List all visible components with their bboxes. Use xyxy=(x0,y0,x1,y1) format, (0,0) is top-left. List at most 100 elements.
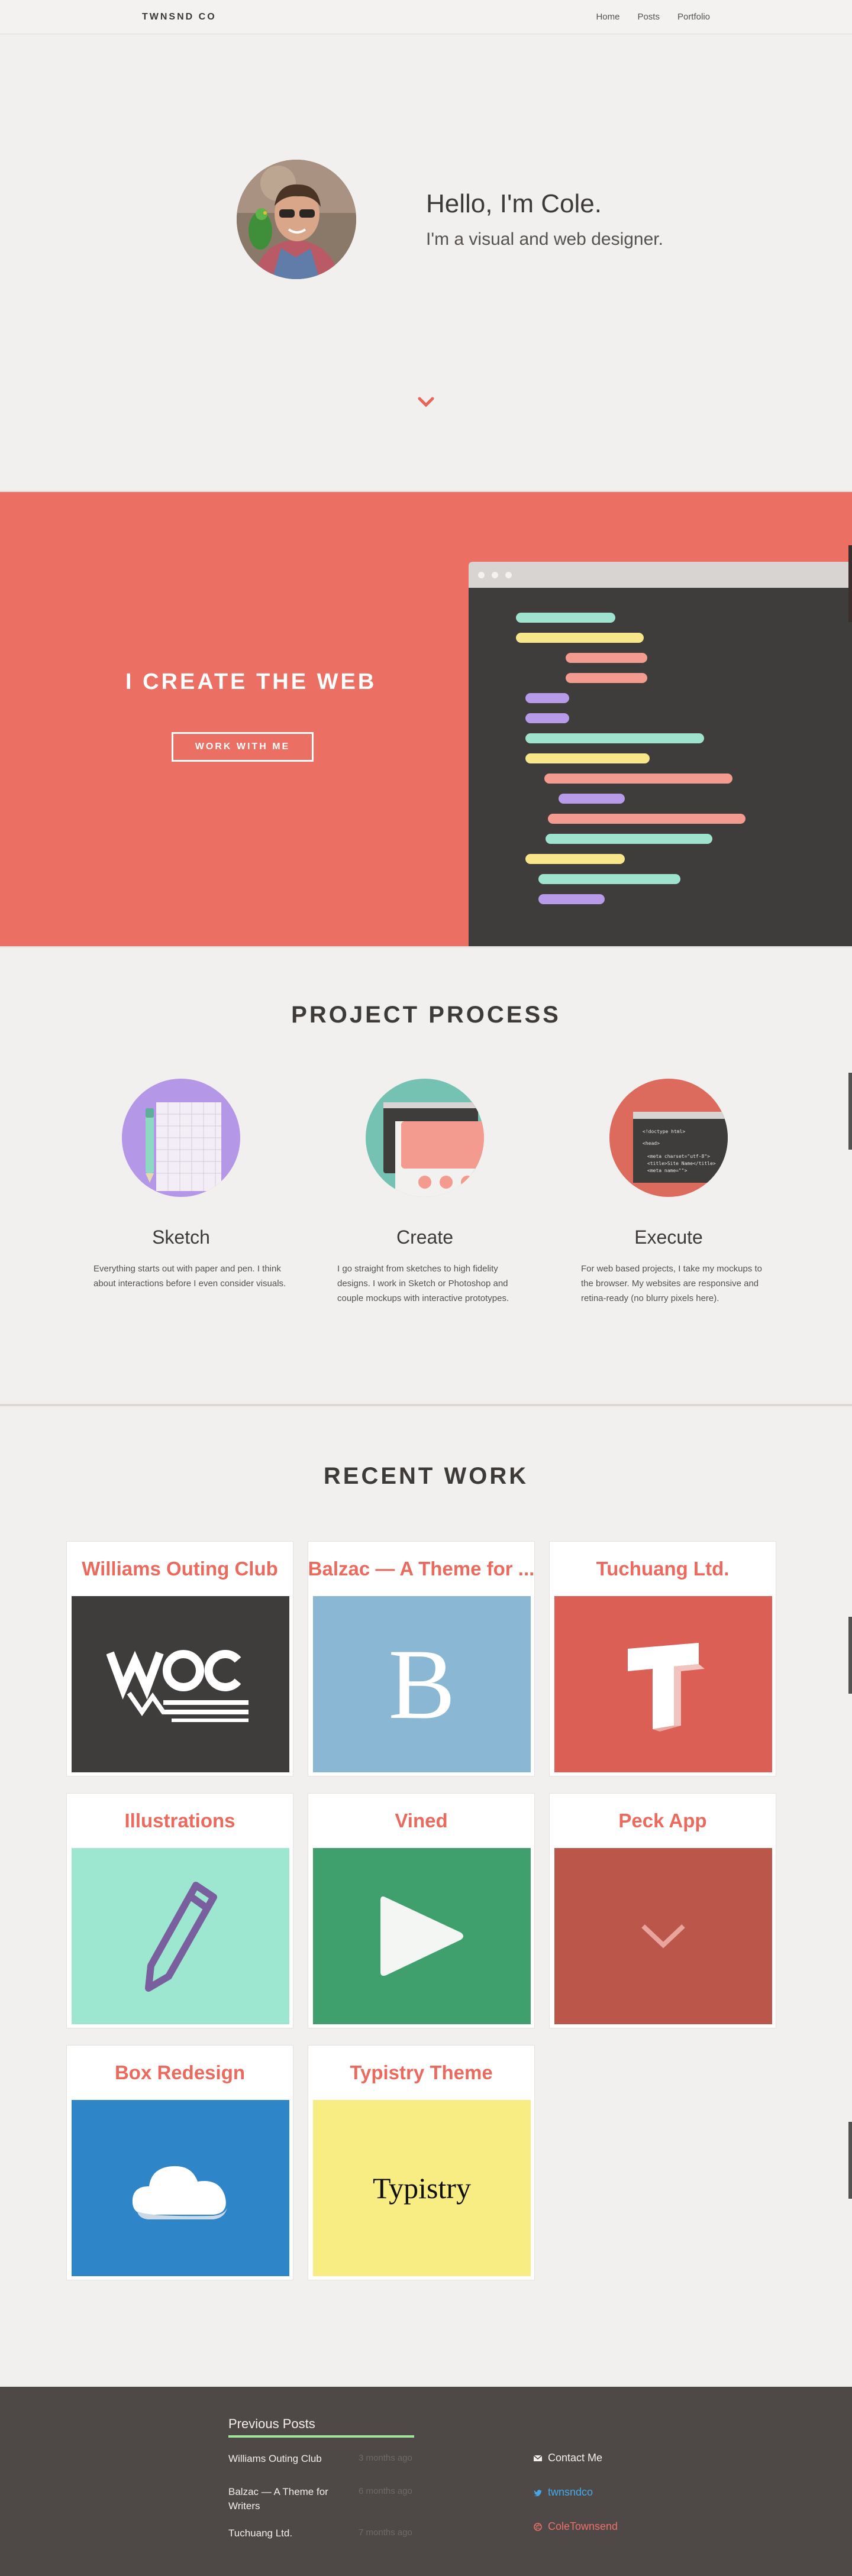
editor-titlebar xyxy=(469,562,852,588)
window-dot-icon xyxy=(478,571,485,578)
work-card-title[interactable]: Typistry Theme xyxy=(308,2046,534,2100)
scroll-down-chevron-icon[interactable] xyxy=(417,396,435,408)
twitter-link[interactable]: twnsndco xyxy=(534,2486,593,2499)
work-card-typistry[interactable]: Typistry Theme Typistry xyxy=(308,2045,535,2280)
code-line xyxy=(559,794,625,804)
nav-link-home[interactable]: Home xyxy=(596,12,619,22)
sketch-icon xyxy=(122,1079,240,1197)
nav-link-posts[interactable]: Posts xyxy=(637,12,660,22)
process-step-desc: I go straight from sketches to high fide… xyxy=(337,1264,509,1303)
work-with-me-button[interactable]: WORK WITH ME xyxy=(172,732,314,762)
work-card-title[interactable]: Tuchuang Ltd. xyxy=(550,1542,776,1596)
work-card-tuchuang[interactable]: Tuchuang Ltd. xyxy=(549,1541,776,1776)
code-text: <!doctype html> xyxy=(643,1129,685,1134)
contact-me-link[interactable]: Contact Me xyxy=(534,2452,602,2464)
scrollbar-thumb[interactable] xyxy=(848,2122,852,2199)
pencil-icon xyxy=(72,1848,289,2024)
process-step-name: Create xyxy=(396,1226,454,1248)
post-link[interactable]: Tuchuang Ltd. xyxy=(228,2526,329,2541)
work-card-title[interactable]: Vined xyxy=(308,1794,534,1848)
process-step-sketch: Sketch Everything starts out with paper … xyxy=(93,1079,289,1291)
work-card-box-redesign[interactable]: Box Redesign xyxy=(66,2045,293,2280)
work-card-title[interactable]: Illustrations xyxy=(67,1794,293,1848)
woc-logo xyxy=(72,1596,289,1772)
typistry-logo-text: Typistry xyxy=(373,2172,471,2205)
post-time: 7 months ago xyxy=(359,2528,412,2538)
dribbble-icon xyxy=(534,2522,542,2531)
balzac-logo-letter: B xyxy=(388,1629,456,1740)
work-card-williams-outing-club[interactable]: Williams Outing Club xyxy=(66,1541,293,1776)
post-link[interactable]: Balzac — A Theme for Writers xyxy=(228,2485,329,2513)
work-card-balzac[interactable]: Balzac — A Theme for ... B xyxy=(308,1541,535,1776)
work-card-title[interactable]: Balzac — A Theme for ... xyxy=(308,1542,534,1596)
code-line xyxy=(525,753,650,763)
hero-section: Hello, I'm Cole. I'm a visual and web de… xyxy=(0,34,852,491)
heading-underline xyxy=(228,2435,414,2438)
avatar xyxy=(237,160,356,279)
code-line xyxy=(516,633,644,643)
code-text: <head> xyxy=(643,1141,660,1146)
recent-work-section: RECENT WORK Williams Outing Club Balzac … xyxy=(0,1406,852,2384)
code-line xyxy=(566,673,647,683)
post-link[interactable]: Williams Outing Club xyxy=(228,2452,329,2466)
execute-icon: <!doctype html> <head> <meta charset="ut… xyxy=(609,1079,728,1197)
hero-subtitle: I'm a visual and web designer. xyxy=(426,229,663,249)
work-card-illustrations[interactable]: Illustrations xyxy=(66,1793,293,2028)
post-time: 6 months ago xyxy=(359,2486,412,2496)
work-card-vined[interactable]: Vined xyxy=(308,1793,535,2028)
code-editor-illustration xyxy=(469,562,852,946)
code-line xyxy=(538,894,605,904)
previous-posts-heading: Previous Posts xyxy=(228,2416,315,2431)
balzac-logo: B xyxy=(313,1596,531,1772)
code-line xyxy=(516,613,615,623)
play-icon xyxy=(313,1848,531,2024)
contact-label: ColeTownsend xyxy=(548,2520,618,2532)
process-step-name: Execute xyxy=(634,1226,703,1248)
code-line xyxy=(566,653,647,663)
brand-logo[interactable]: TWNSND CO xyxy=(142,12,217,22)
scrollbar-thumb[interactable] xyxy=(848,1073,852,1150)
footer: Previous Posts Williams Outing Club 3 mo… xyxy=(0,2387,852,2576)
twitter-icon xyxy=(534,2489,542,2496)
post-time: 3 months ago xyxy=(359,2453,412,2463)
code-line xyxy=(548,814,746,824)
code-line xyxy=(544,774,732,784)
mail-icon xyxy=(534,2454,542,2461)
code-line xyxy=(525,713,569,723)
recent-work-title: RECENT WORK xyxy=(323,1463,529,1489)
process-step-desc: Everything starts out with paper and pen… xyxy=(93,1264,286,1289)
window-dot-icon xyxy=(505,571,512,578)
scrollbar-thumb[interactable] xyxy=(848,545,852,622)
create-icon xyxy=(366,1079,484,1197)
scrollbar-thumb[interactable] xyxy=(848,1617,852,1694)
process-step-create: Create I go straight from sketches to hi… xyxy=(337,1079,532,1306)
code-line xyxy=(525,693,569,703)
hero-title: Hello, I'm Cole. xyxy=(426,189,602,218)
hero-text: Hello, I'm Cole. I'm a visual and web de… xyxy=(426,189,663,250)
dribbble-link[interactable]: ColeTownsend xyxy=(534,2520,618,2533)
process-step-execute: <!doctype html> <head> <meta charset="ut… xyxy=(581,1079,776,1306)
code-text: <meta charset="utf-8"> xyxy=(647,1154,710,1159)
code-line xyxy=(546,834,712,844)
process-step-name: Sketch xyxy=(152,1226,210,1248)
code-text: <title>Site Name</title> xyxy=(647,1161,716,1166)
code-line xyxy=(525,854,625,864)
typistry-logo: Typistry xyxy=(313,2100,531,2276)
work-card-title[interactable]: Williams Outing Club xyxy=(67,1542,293,1596)
create-section: I CREATE THE WEB WORK WITH ME xyxy=(0,491,852,947)
work-card-title[interactable]: Peck App xyxy=(550,1794,776,1848)
cloud-icon xyxy=(72,2100,289,2276)
chevron-down-icon xyxy=(554,1848,772,2024)
contact-label: twnsndco xyxy=(548,2486,593,2498)
work-card-peck-app[interactable]: Peck App xyxy=(549,1793,776,2028)
work-card-title[interactable]: Box Redesign xyxy=(67,2046,293,2100)
code-line xyxy=(538,874,680,884)
code-line xyxy=(525,733,704,743)
process-step-desc: For web based projects, I take my mockup… xyxy=(581,1264,762,1303)
process-section: PROJECT PROCESS Sketch Everything starts… xyxy=(0,947,852,1406)
window-dot-icon xyxy=(492,571,498,578)
nav-link-portfolio[interactable]: Portfolio xyxy=(677,12,710,22)
nav-links: Home Posts Portfolio xyxy=(596,12,710,22)
tuchuang-logo xyxy=(554,1596,772,1772)
top-nav: TWNSND CO Home Posts Portfolio xyxy=(0,0,852,34)
